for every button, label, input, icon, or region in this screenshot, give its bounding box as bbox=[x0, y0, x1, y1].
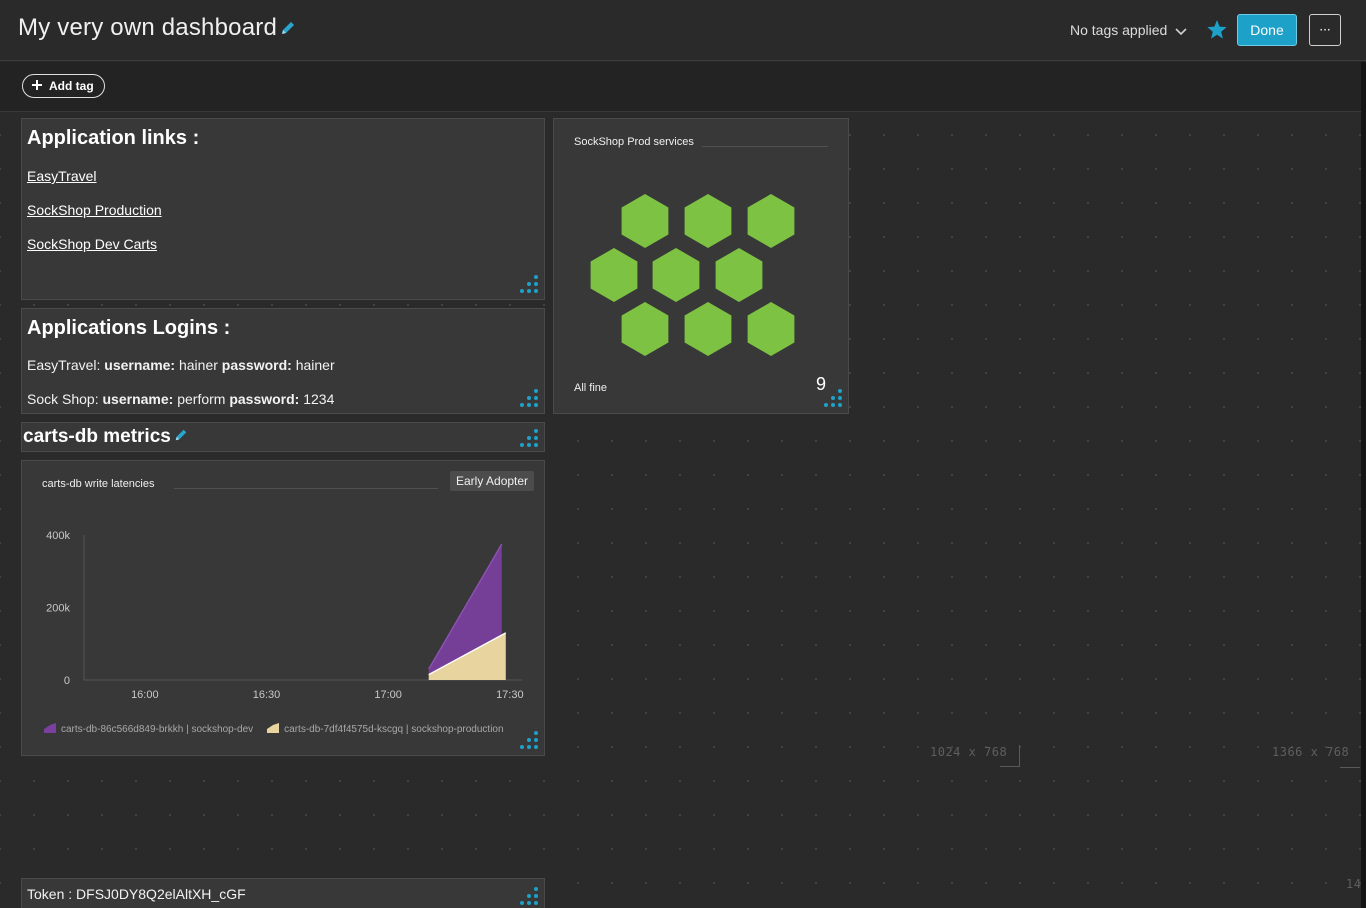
dashboard-canvas: Application links : EasyTravel SockShop … bbox=[0, 113, 1366, 908]
link-easytravel[interactable]: EasyTravel bbox=[27, 168, 97, 184]
dashboard-title[interactable]: My very own dashboard bbox=[18, 14, 296, 43]
service-hexagon[interactable] bbox=[684, 302, 732, 356]
resize-handle-icon[interactable] bbox=[518, 427, 540, 449]
add-tag-label: Add tag bbox=[49, 79, 94, 93]
viewport-marker-1366: 1366 x 768 bbox=[1272, 745, 1350, 759]
service-hexagon[interactable] bbox=[652, 248, 700, 302]
service-hexagon[interactable] bbox=[747, 194, 795, 248]
area-series-icon bbox=[44, 723, 56, 736]
resize-handle-icon[interactable] bbox=[822, 387, 844, 409]
link-sockshop-dev-carts[interactable]: SockShop Dev Carts bbox=[27, 236, 157, 252]
legend-label-dev: carts-db-86c566d849-brkkh | sockshop-dev bbox=[61, 724, 254, 735]
token-tile[interactable]: Token : DFSJ0DY8Q2elAltXH_cGF bbox=[21, 878, 545, 908]
x-tick-label: 16:00 bbox=[131, 689, 159, 701]
chevron-down-icon bbox=[1175, 23, 1187, 39]
resize-handle-icon[interactable] bbox=[518, 885, 540, 907]
favorite-star-icon[interactable] bbox=[1205, 18, 1229, 42]
chart-legend: carts-db-86c566d849-brkkh | sockshop-dev… bbox=[44, 723, 504, 736]
tags-dropdown-label: No tags applied bbox=[1070, 22, 1168, 38]
service-hexagon[interactable] bbox=[590, 248, 638, 302]
service-hexagon[interactable] bbox=[621, 194, 669, 248]
resize-handle-icon[interactable] bbox=[518, 729, 540, 751]
legend-item-production[interactable]: carts-db-7df4f4575d-kscgq | sockshop-pro… bbox=[267, 723, 504, 736]
viewport-marker-1366-line bbox=[1340, 767, 1360, 768]
tags-dropdown[interactable]: No tags applied bbox=[1070, 22, 1187, 39]
pencil-icon[interactable] bbox=[174, 426, 188, 448]
x-tick-label: 17:00 bbox=[374, 689, 402, 701]
y-tick-label: 0 bbox=[64, 675, 70, 687]
markdown-tile-app-links[interactable]: Application links : EasyTravel SockShop … bbox=[21, 118, 545, 300]
add-tag-button[interactable]: Add tag bbox=[22, 74, 105, 98]
y-tick-label: 200k bbox=[46, 603, 70, 615]
page-scrollbar[interactable] bbox=[1361, 62, 1366, 908]
login-row-sockshop: Sock Shop: username: perform password: 1… bbox=[27, 391, 335, 407]
section-header-tile[interactable]: carts-db metrics bbox=[21, 422, 545, 452]
latency-chart[interactable]: 400k 200k 0 16:00 16:30 17:00 17:30 bbox=[22, 461, 544, 711]
x-tick-label: 17:30 bbox=[496, 689, 524, 701]
token-label: Token : DFSJ0DY8Q2elAltXH_cGF bbox=[27, 886, 246, 902]
done-button[interactable]: Done bbox=[1237, 14, 1297, 46]
chart-tile[interactable]: carts-db write latencies Early Adopter 4… bbox=[21, 460, 545, 756]
resize-handle-icon[interactable] bbox=[518, 387, 540, 409]
service-hexagon[interactable] bbox=[715, 248, 763, 302]
pencil-icon[interactable] bbox=[280, 15, 296, 43]
link-sockshop-production[interactable]: SockShop Production bbox=[27, 202, 162, 218]
more-options-button[interactable]: ··· bbox=[1309, 14, 1341, 46]
y-tick-label: 400k bbox=[46, 530, 70, 542]
dashboard-header: My very own dashboard No tags applied Do… bbox=[0, 0, 1366, 61]
legend-item-dev[interactable]: carts-db-86c566d849-brkkh | sockshop-dev bbox=[44, 723, 253, 736]
services-status: All fine bbox=[574, 382, 608, 394]
services-tile[interactable]: SockShop Prod services All fine 9 bbox=[553, 118, 849, 414]
services-honeycomb bbox=[590, 194, 795, 356]
markdown-tile-app-logins[interactable]: Applications Logins : EasyTravel: userna… bbox=[21, 308, 545, 414]
viewport-marker-1024-corner bbox=[1000, 745, 1020, 767]
app-logins-heading: Applications Logins : bbox=[27, 317, 231, 339]
section-header-title: carts-db metrics bbox=[23, 426, 188, 448]
login-row-easytravel: EasyTravel: username: hainer password: h… bbox=[27, 357, 335, 373]
service-hexagon[interactable] bbox=[747, 302, 795, 356]
service-hexagon[interactable] bbox=[684, 194, 732, 248]
dashboard-title-text: My very own dashboard bbox=[18, 14, 277, 41]
area-series-icon bbox=[267, 723, 280, 736]
service-hexagon[interactable] bbox=[621, 302, 669, 356]
viewport-marker-1024: 1024 x 768 bbox=[930, 745, 1008, 759]
x-tick-label: 16:30 bbox=[253, 689, 281, 701]
legend-label-production: carts-db-7df4f4575d-kscgq | sockshop-pro… bbox=[284, 724, 504, 735]
app-links-heading: Application links : bbox=[27, 127, 200, 149]
plus-icon bbox=[31, 79, 43, 94]
viewport-marker-edge: 14 bbox=[1346, 877, 1362, 891]
tag-bar: Add tag bbox=[0, 62, 1366, 112]
resize-handle-icon[interactable] bbox=[518, 273, 540, 295]
